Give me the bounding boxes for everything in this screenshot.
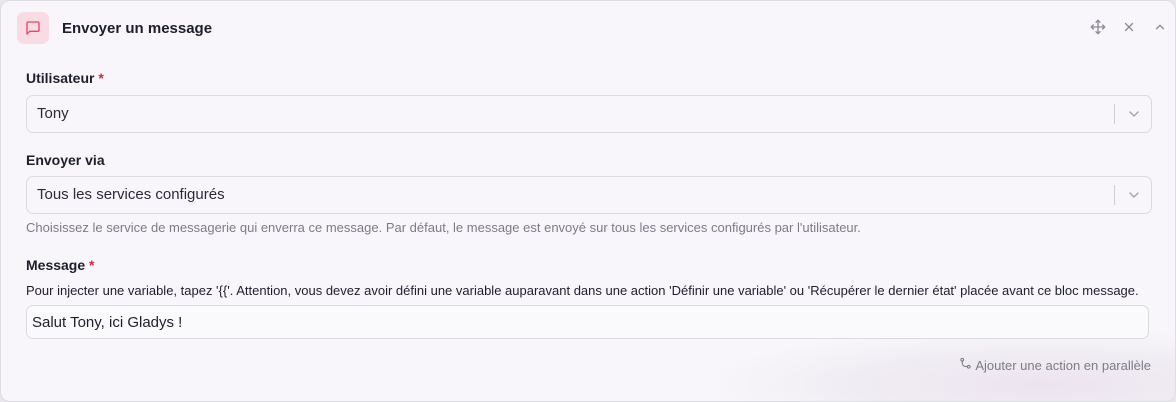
add-parallel-action-label: Ajouter une action en parallèle	[975, 357, 1151, 373]
send-message-card: Envoyer un message Utilisateur * Tony En…	[0, 0, 1176, 402]
message-label-text: Message	[26, 257, 86, 273]
close-icon[interactable]	[1120, 18, 1138, 36]
send-via-select[interactable]: Tous les services configurés	[26, 176, 1152, 214]
send-via-label: Envoyer via	[26, 152, 105, 168]
user-select-value: Tony	[37, 105, 69, 122]
select-separator	[1114, 104, 1115, 124]
select-separator	[1114, 185, 1115, 205]
card-header: Envoyer un message	[1, 1, 1175, 57]
message-variable-hint: Pour injecter une variable, tapez '{{'. …	[26, 283, 1139, 298]
send-via-help-text: Choisissez le service de messagerie qui …	[26, 220, 861, 235]
user-field-label: Utilisateur *	[26, 70, 104, 86]
message-textarea-value: Salut Tony, ici Gladys !	[32, 314, 183, 331]
chevron-up-icon[interactable]	[1151, 18, 1169, 36]
add-parallel-action-link[interactable]: Ajouter une action en parallèle	[959, 357, 1151, 373]
chevron-down-icon[interactable]	[1126, 106, 1142, 122]
move-icon[interactable]	[1089, 18, 1107, 36]
card-title: Envoyer un message	[62, 20, 213, 37]
user-select[interactable]: Tony	[26, 95, 1152, 133]
send-via-select-value: Tous les services configurés	[37, 186, 225, 203]
chevron-down-icon[interactable]	[1126, 187, 1142, 203]
git-branch-icon	[959, 357, 975, 373]
user-label-text: Utilisateur	[26, 70, 95, 86]
required-mark: *	[98, 70, 104, 86]
message-textarea[interactable]: Salut Tony, ici Gladys !	[26, 305, 1149, 339]
required-mark: *	[89, 257, 95, 273]
message-square-icon	[17, 12, 49, 44]
message-field-label: Message *	[26, 257, 95, 273]
